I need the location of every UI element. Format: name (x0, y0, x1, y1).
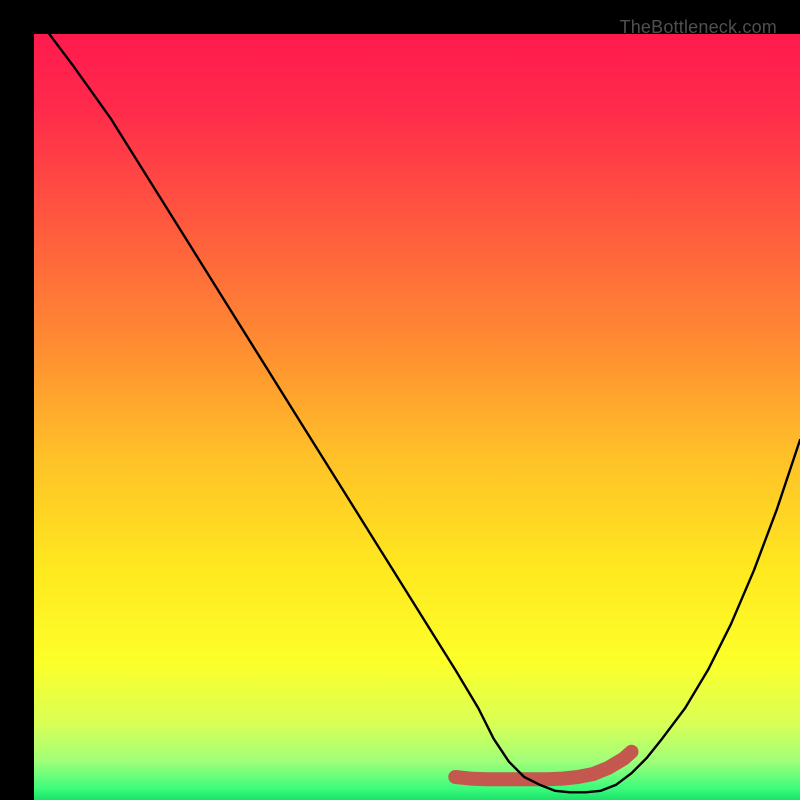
bottleneck-curve (49, 34, 800, 792)
chart-frame: TheBottleneck.com (17, 17, 783, 783)
plot-area (34, 34, 800, 800)
optimal-band-highlight (455, 752, 631, 780)
watermark-text: TheBottleneck.com (620, 17, 777, 38)
chart-curves (34, 34, 800, 800)
